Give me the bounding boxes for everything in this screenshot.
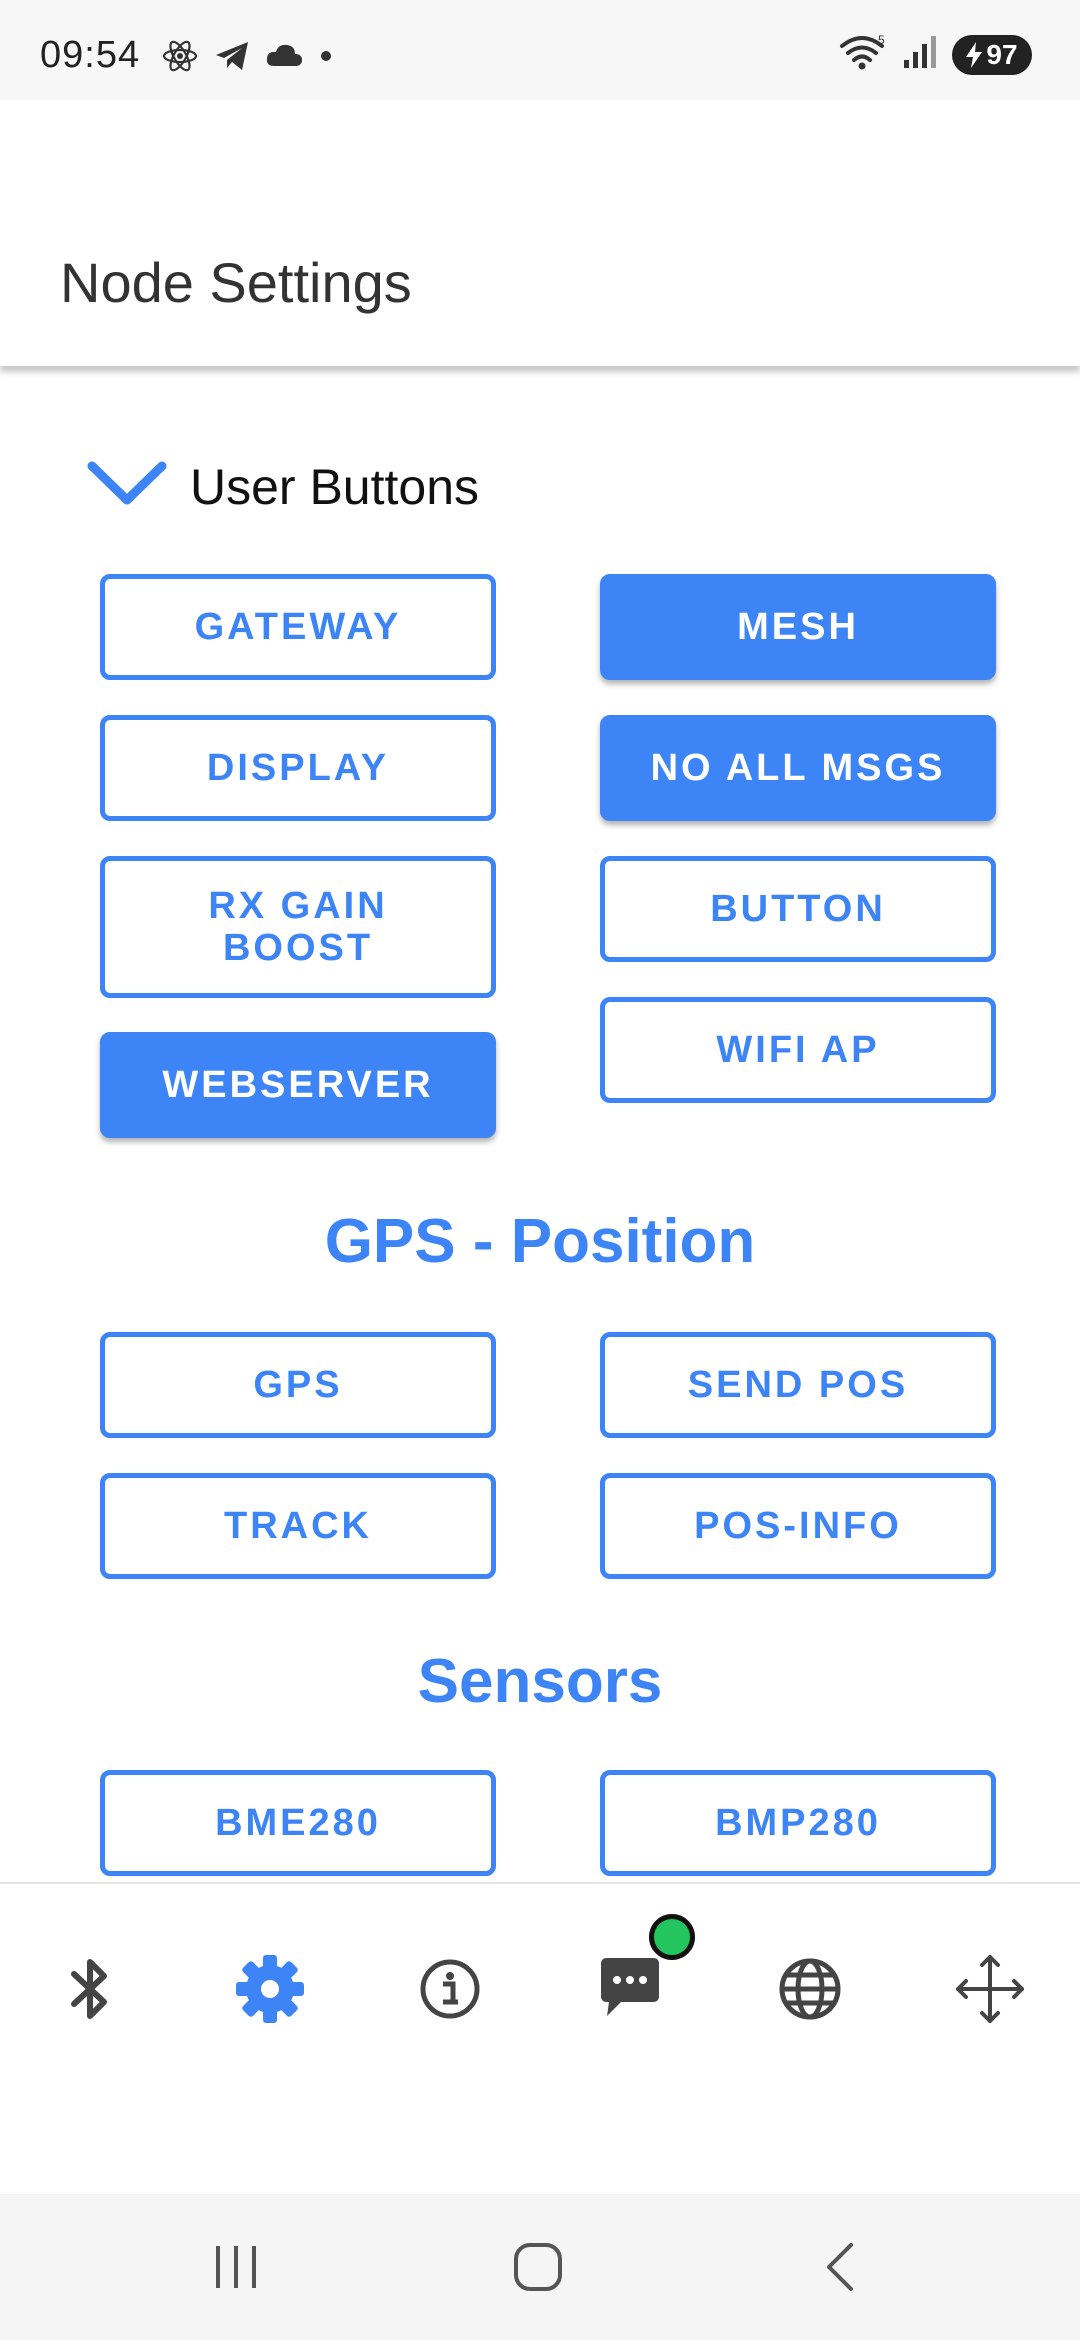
nav-info[interactable] [405,1946,495,2036]
status-time: 09:54 [40,34,141,76]
recents-button[interactable] [196,2234,276,2304]
wifi-icon: 5 [838,32,888,77]
chevron-down-icon [84,454,170,519]
nav-globe[interactable] [765,1946,855,2036]
system-nav [0,2194,1080,2340]
screen: 09:54 5 97 Node Settings User Buttons GA… [0,0,1080,2340]
settings-icon [234,1953,306,2030]
nav-chat[interactable] [585,1914,695,2036]
signal-icon [902,32,938,77]
nav-bluetooth[interactable] [45,1946,135,2036]
mesh-button[interactable]: MESH [600,574,996,680]
react-icon [160,36,200,81]
pos-info-button[interactable]: POS-INFO [600,1473,996,1579]
gps-button[interactable]: GPS [100,1332,496,1438]
sensors-section-heading: Sensors [417,1647,663,1716]
move-icon [954,1953,1026,2030]
bme280-button[interactable]: BME280 [100,1770,496,1876]
page-title: Node Settings [60,251,412,314]
home-button[interactable] [498,2234,578,2304]
gps-section-heading: GPS - Position [324,1207,756,1276]
status-icons-right: 5 97 [838,32,1032,77]
recents-icon [206,2242,266,2297]
settings-content[interactable]: User Buttons GATEWAY MESH DISPLAY NO ALL… [0,366,1080,1884]
status-bar: 09:54 5 97 [0,0,1080,100]
bluetooth-icon [60,1954,120,2029]
nav-settings[interactable] [225,1946,315,2036]
user-buttons-toggle[interactable]: User Buttons [84,454,479,519]
display-button[interactable]: DISPLAY [100,715,496,821]
home-icon [510,2239,566,2300]
webserver-button[interactable]: WEBSERVER [100,1032,496,1138]
telegram-icon [212,36,252,81]
bmp280-button[interactable]: BMP280 [600,1770,996,1876]
gateway-button[interactable]: GATEWAY [100,574,496,680]
user-buttons-label: User Buttons [190,458,480,515]
bottom-nav [0,1882,1080,2194]
no-all-msgs-button[interactable]: NO ALL MSGS [600,715,996,821]
info-icon [418,1957,482,2026]
dot-icon [316,36,336,81]
button-button[interactable]: BUTTON [600,856,996,962]
rx-gain-boost-button[interactable]: RX GAIN BOOST [100,856,496,998]
battery-level: 97 [986,38,1018,70]
chat-badge [649,1914,695,1960]
send-pos-button[interactable]: SEND POS [600,1332,996,1438]
nav-move[interactable] [945,1946,1035,2036]
status-icons-left [160,36,336,81]
globe-icon [777,1956,843,2027]
chat-icon [595,1954,665,2029]
back-icon [817,2239,867,2300]
wifi-ap-button[interactable]: WIFI AP [600,997,996,1103]
back-button[interactable] [802,2234,882,2304]
cloud-icon [264,36,304,81]
svg-text:5: 5 [878,33,885,47]
battery-icon: 97 [952,34,1032,75]
app-bar: Node Settings [0,100,1080,366]
track-button[interactable]: TRACK [100,1473,496,1579]
